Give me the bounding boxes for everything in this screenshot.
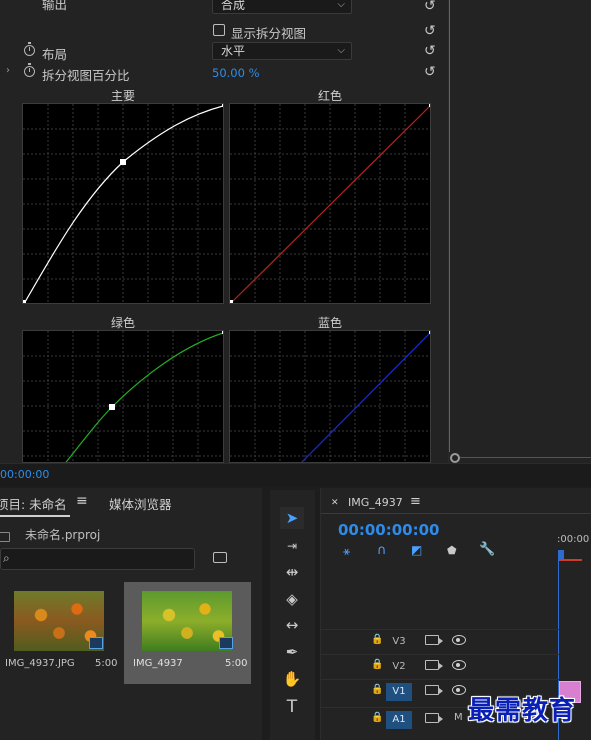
tab-underline: [0, 515, 70, 517]
split-percent-row: › 拆分视图百分比 50.00 % ↺: [0, 63, 448, 84]
mute-button[interactable]: M: [454, 712, 463, 723]
layout-value: 水平: [221, 44, 246, 58]
effect-timecode-bar: [0, 463, 591, 487]
layout-label: 布局: [42, 47, 68, 62]
reset-icon[interactable]: ↺: [424, 43, 436, 59]
project-item-selected[interactable]: IMG_4937 5:00: [124, 582, 251, 684]
snap-magnet-icon[interactable]: ∩: [377, 543, 387, 558]
track-v3[interactable]: 🔒 V3: [321, 629, 559, 653]
lock-icon[interactable]: 🔒: [371, 712, 383, 723]
lock-icon[interactable]: 🔒: [371, 634, 383, 645]
reset-icon[interactable]: ↺: [424, 0, 436, 14]
item-name: IMG_4937.JPG: [5, 658, 75, 669]
effect-timecode[interactable]: 00:00:00: [0, 468, 49, 481]
close-icon[interactable]: ✕: [331, 498, 339, 508]
selection-tool-icon[interactable]: ➤: [280, 507, 304, 529]
zoom-scroll-track[interactable]: [460, 457, 591, 458]
blue-curve-title: 蓝色: [317, 316, 342, 330]
type-tool-icon[interactable]: T: [280, 696, 304, 718]
show-split-label: 显示拆分视图: [231, 26, 307, 41]
sync-lock-icon[interactable]: [425, 635, 443, 645]
tools-panel: ➤ ⇥ ⇹ ◈ ↔ ✒ ✋ T: [270, 490, 315, 740]
green-curve-title: 绿色: [110, 316, 135, 330]
green-curve-graph[interactable]: [22, 330, 224, 463]
item-duration: 5:00: [225, 658, 248, 669]
tab-media-browser[interactable]: 媒体浏览器: [109, 494, 172, 513]
eye-icon[interactable]: [452, 635, 466, 645]
sequence-tab[interactable]: IMG_4937: [348, 496, 403, 509]
tab-project[interactable]: 项目: 未命名: [0, 494, 67, 513]
expand-arrow-icon[interactable]: ›: [6, 65, 10, 76]
sequence-badge-icon: [219, 637, 233, 649]
track-select-tool-icon[interactable]: ⇥: [280, 535, 304, 557]
settings-wrench-icon[interactable]: 🔧: [479, 542, 495, 557]
lock-icon[interactable]: 🔒: [371, 659, 383, 670]
split-percent-label: 拆分视图百分比: [42, 68, 130, 83]
stopwatch-icon[interactable]: [24, 63, 35, 77]
chevron-down-icon: ⌵: [337, 0, 345, 10]
item-name: IMG_4937: [133, 658, 183, 669]
show-split-checkbox[interactable]: [213, 24, 225, 36]
track-name[interactable]: A1: [386, 711, 412, 729]
effect-timeline-area[interactable]: [448, 0, 591, 463]
eye-icon[interactable]: [452, 660, 466, 670]
slip-tool-icon[interactable]: ↔: [280, 614, 304, 636]
track-v2[interactable]: 🔒 V2: [321, 654, 559, 678]
track-name[interactable]: V3: [386, 633, 412, 651]
image-badge-icon: [89, 637, 103, 649]
master-curve-title: 主要: [110, 89, 135, 103]
project-panel: 项目: 未命名 ≡ 媒体浏览器 未命名.prproj ⌕ IMG_4937.JP…: [0, 488, 262, 740]
add-marker-icon[interactable]: ⬟: [447, 544, 457, 557]
reset-icon[interactable]: ↺: [424, 64, 436, 80]
track-name[interactable]: V1: [386, 683, 412, 701]
lock-icon[interactable]: 🔒: [371, 684, 383, 695]
sync-lock-icon[interactable]: [425, 685, 443, 695]
master-curve-graph[interactable]: [22, 103, 224, 304]
new-bin-icon[interactable]: [213, 552, 227, 563]
sync-lock-icon[interactable]: [425, 713, 443, 723]
sequence-timecode[interactable]: 00:00:00:00: [338, 521, 440, 539]
watermark-text: 最需教育: [468, 696, 577, 726]
project-file-name: 未命名.prproj: [25, 528, 101, 542]
item-duration: 5:00: [95, 658, 118, 669]
project-item[interactable]: IMG_4937.JPG 5:00: [0, 582, 118, 682]
output-label: 输出: [42, 0, 68, 12]
layout-dropdown[interactable]: 水平 ⌵: [212, 42, 352, 60]
search-input[interactable]: ⌕: [0, 548, 195, 570]
work-area-bar[interactable]: [558, 559, 582, 561]
output-row: 输出 合成 ⌵ ↺: [0, 0, 448, 21]
linked-selection-icon[interactable]: ◩: [411, 543, 422, 557]
show-split-row: 显示拆分视图 ↺: [0, 22, 448, 43]
zoom-scroll-handle[interactable]: [450, 453, 460, 463]
chevron-down-icon: ⌵: [337, 45, 345, 56]
layout-row: 布局 水平 ⌵ ↺: [0, 42, 448, 63]
ruler-time-label: :00:00: [557, 534, 590, 545]
split-percent-value[interactable]: 50.00 %: [212, 66, 260, 80]
track-name[interactable]: V2: [386, 658, 412, 676]
tab-divider: [321, 513, 591, 514]
sync-lock-icon[interactable]: [425, 660, 443, 670]
pen-tool-icon[interactable]: ✒: [280, 641, 304, 663]
nest-toggle-icon[interactable]: ⚹: [343, 544, 350, 559]
red-curve-graph[interactable]: [229, 103, 431, 304]
folder-icon: [0, 532, 10, 542]
panel-menu-icon[interactable]: ≡: [410, 494, 421, 509]
reset-icon[interactable]: ↺: [424, 23, 436, 39]
razor-tool-icon[interactable]: ◈: [280, 588, 304, 610]
search-icon: ⌕: [3, 551, 10, 565]
panel-menu-icon[interactable]: ≡: [76, 493, 88, 509]
output-value: 合成: [221, 0, 246, 12]
eye-icon[interactable]: [452, 685, 466, 695]
output-dropdown[interactable]: 合成 ⌵: [212, 0, 352, 14]
playhead-handle[interactable]: [558, 550, 564, 559]
effect-controls-panel: 输出 合成 ⌵ ↺ 显示拆分视图 ↺ 布局 水平 ⌵ ↺ › 拆分视图百分比 5…: [0, 0, 448, 463]
blue-curve-graph[interactable]: [229, 330, 431, 463]
stopwatch-icon[interactable]: [24, 42, 35, 56]
hand-tool-icon[interactable]: ✋: [280, 668, 304, 690]
playhead-line[interactable]: [449, 0, 450, 452]
ripple-edit-tool-icon[interactable]: ⇹: [280, 561, 304, 583]
red-curve-title: 红色: [317, 89, 342, 103]
